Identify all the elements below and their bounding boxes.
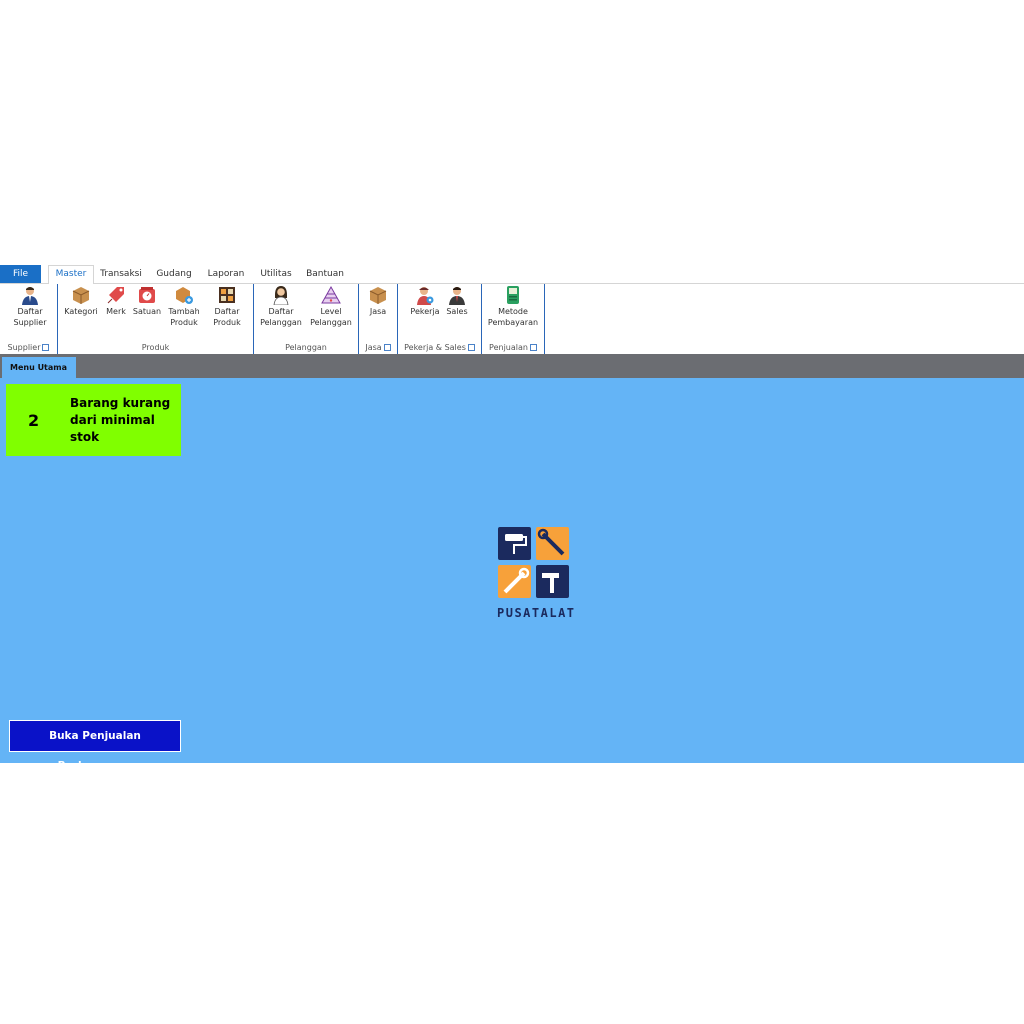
dialog-launcher-icon[interactable] — [383, 344, 391, 351]
level-triangle-icon — [321, 285, 341, 304]
tambah-produk-label-2: Produk — [170, 318, 198, 327]
weighing-scale-icon — [139, 287, 155, 303]
metode-pembayaran-button[interactable]: Metode Pembayaran — [485, 285, 541, 328]
daftar-pelanggan-label-2: Pelanggan — [260, 318, 302, 327]
sales-person-icon — [449, 287, 465, 305]
group-jasa: Jasa Jasa — [359, 284, 398, 354]
low-stock-count: 2 — [28, 411, 40, 430]
merk-label: Merk — [106, 307, 126, 316]
group-pekerja-sales: Pekerja Sales Pekerja & Sales — [398, 284, 482, 354]
main-dashboard: 2 Barang kurang dari minimal stok PUSATA… — [0, 378, 1024, 772]
daftar-pelanggan-button[interactable]: Daftar Pelanggan — [258, 285, 304, 328]
supplier-group-text: Supplier — [7, 343, 41, 352]
daftar-produk-label-1: Daftar — [214, 307, 240, 316]
level-pelanggan-button[interactable]: Level Pelanggan — [308, 285, 354, 328]
level-pelanggan-label-1: Level — [320, 307, 342, 316]
supplier-person-icon — [22, 287, 38, 305]
group-pelanggan-label: Pelanggan — [285, 343, 327, 352]
box-icon — [72, 287, 90, 304]
tab-utilitas[interactable]: Utilitas — [254, 266, 298, 283]
jasa-group-text: Jasa — [365, 343, 382, 352]
tab-file[interactable]: File — [0, 265, 41, 283]
low-stock-text: Barang kurang dari minimal stok — [70, 396, 171, 444]
price-tag-icon — [107, 287, 124, 304]
daftar-pelanggan-label-1: Daftar — [268, 307, 294, 316]
group-penjualan-label: Penjualan — [482, 343, 544, 352]
document-tab-strip: Menu Utama — [0, 354, 1024, 378]
tambah-produk-label-1: Tambah — [168, 307, 200, 316]
metode-pembayaran-label-2: Pembayaran — [487, 318, 539, 327]
group-produk: Kategori Merk Satuan Tambah Produk Dafta… — [58, 284, 254, 354]
sales-button[interactable]: Sales — [444, 285, 470, 317]
tab-laporan[interactable]: Laporan — [202, 266, 250, 283]
low-stock-alert-tile[interactable]: 2 Barang kurang dari minimal stok — [6, 384, 181, 456]
worker-icon — [417, 287, 434, 305]
satuan-button[interactable]: Satuan — [132, 285, 162, 317]
kategori-label: Kategori — [64, 307, 98, 316]
metode-pembayaran-label-1: Metode — [498, 307, 528, 316]
kategori-button[interactable]: Kategori — [62, 285, 100, 317]
tab-transaksi[interactable]: Transaksi — [96, 266, 146, 283]
payment-terminal-icon — [507, 286, 519, 304]
tab-menu-utama[interactable]: Menu Utama — [2, 357, 76, 378]
pekerja-group-text: Pekerja & Sales — [404, 343, 466, 352]
merk-button[interactable]: Merk — [102, 285, 130, 317]
tambah-produk-button[interactable]: Tambah Produk — [164, 285, 204, 328]
customer-woman-icon — [273, 286, 289, 305]
app-window: File Master Transaksi Gudang Laporan Uti… — [0, 258, 1024, 772]
group-produk-label: Produk — [141, 343, 170, 352]
open-current-sale-button[interactable]: Buka Penjualan Berlangsung — [9, 720, 181, 772]
tools-logo-icon — [498, 527, 569, 598]
satuan-label: Satuan — [132, 307, 162, 316]
daftar-supplier-label-2: Supplier — [13, 318, 47, 327]
daftar-produk-button[interactable]: Daftar Produk — [208, 285, 246, 328]
pusatalat-logo: PUSATALAT — [497, 526, 576, 626]
tab-master[interactable]: Master — [48, 265, 94, 285]
level-pelanggan-label-2: Pelanggan — [310, 318, 352, 327]
daftar-produk-label-2: Produk — [213, 318, 241, 327]
sales-label: Sales — [446, 307, 468, 316]
group-supplier: Daftar Supplier Supplier — [0, 284, 58, 354]
pekerja-button[interactable]: Pekerja — [408, 285, 442, 317]
tab-gudang[interactable]: Gudang — [151, 266, 197, 283]
dialog-launcher-icon[interactable] — [42, 344, 50, 351]
jasa-button[interactable]: Jasa — [363, 285, 393, 317]
daftar-supplier-button[interactable]: Daftar Supplier — [10, 285, 50, 328]
pekerja-label: Pekerja — [410, 307, 440, 316]
logo-wordmark: PUSATALAT — [497, 606, 576, 620]
group-pekerja-label: Pekerja & Sales — [398, 343, 481, 352]
group-penjualan: Metode Pembayaran Penjualan — [482, 284, 545, 354]
group-jasa-label: Jasa — [359, 343, 397, 352]
group-pelanggan: Daftar Pelanggan Level Pelanggan Pelangg… — [254, 284, 359, 354]
ribbon-panel: Daftar Supplier Supplier Kategori Merk S… — [0, 284, 1024, 354]
service-box-icon — [369, 287, 387, 304]
jasa-label: Jasa — [369, 307, 387, 316]
ribbon-tabs: File Master Transaksi Gudang Laporan Uti… — [0, 265, 1024, 285]
tab-bantuan[interactable]: Bantuan — [302, 266, 348, 283]
penjualan-group-text: Penjualan — [489, 343, 528, 352]
dialog-launcher-icon[interactable] — [467, 344, 475, 351]
group-supplier-label: Supplier — [0, 343, 57, 352]
dialog-launcher-icon[interactable] — [529, 344, 537, 351]
product-list-icon — [219, 287, 235, 303]
daftar-supplier-label-1: Daftar — [17, 307, 43, 316]
add-box-icon — [176, 287, 193, 304]
